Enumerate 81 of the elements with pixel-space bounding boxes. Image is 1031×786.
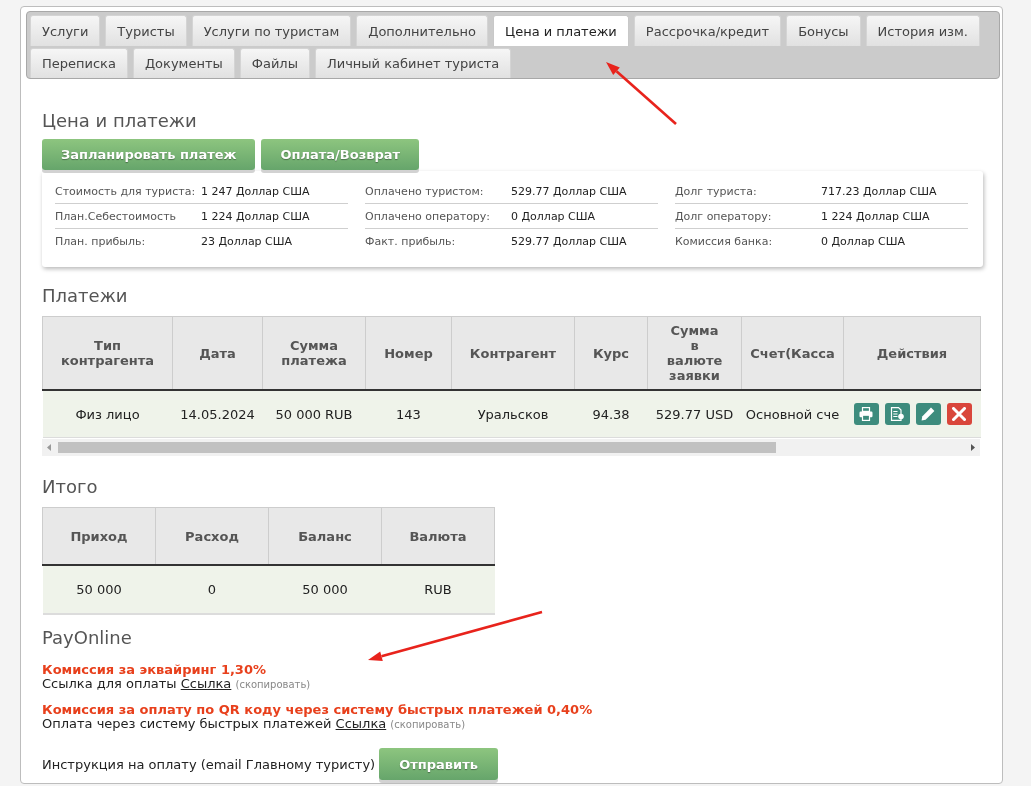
scroll-right-icon bbox=[971, 444, 975, 451]
summary-value: 1 224 Доллар США bbox=[821, 209, 930, 223]
column-header: Валюта bbox=[381, 507, 495, 565]
tab[interactable]: Бонусы bbox=[786, 15, 861, 46]
annotation-arrow bbox=[606, 62, 677, 125]
link-label: Оплата через систему быстрых платежей bbox=[42, 716, 332, 731]
column-header: Сумма в валюте заявки bbox=[647, 316, 742, 390]
summary-value: 717.23 Доллар США bbox=[821, 184, 937, 198]
copy-link[interactable]: (скопировать) bbox=[390, 719, 466, 730]
tab[interactable]: Переписка bbox=[30, 48, 128, 78]
commission-text: Комиссия за оплату по QR коду через систему быстрых платежей 0,40% bbox=[42, 702, 593, 717]
column-header: Баланс bbox=[268, 507, 382, 565]
printer-icon bbox=[859, 407, 873, 421]
pencil-icon bbox=[921, 407, 935, 421]
column-header: Номер bbox=[365, 316, 452, 390]
payment-link[interactable]: Ссылка bbox=[335, 716, 387, 731]
summary-label: Факт. прибыль: bbox=[365, 235, 457, 248]
tab[interactable]: Дополнительно bbox=[356, 15, 489, 46]
tab[interactable]: Личный кабинет туриста bbox=[314, 48, 512, 78]
column-header: Контрагент bbox=[451, 316, 575, 390]
document-icon bbox=[890, 407, 904, 421]
summary-value: 0 Доллар США bbox=[821, 235, 906, 248]
tab[interactable]: Туристы bbox=[105, 15, 187, 46]
horizontal-scrollbar[interactable] bbox=[42, 439, 980, 456]
tab[interactable]: История изм. bbox=[865, 15, 980, 46]
table-cell: 50 000 bbox=[42, 565, 156, 614]
summary-value: 529.77 Доллар США bbox=[511, 184, 627, 198]
tab[interactable]: Услуги по туристам bbox=[191, 15, 352, 46]
table-cell: 143 bbox=[365, 390, 452, 438]
column-header: Дата bbox=[172, 316, 263, 390]
print-button[interactable] bbox=[853, 403, 879, 425]
table-cell: 0 bbox=[155, 565, 269, 614]
scroll-left-icon bbox=[47, 444, 51, 451]
tab[interactable]: Рассрочка/кредит bbox=[633, 15, 782, 46]
tab[interactable]: Цена и платежи bbox=[493, 15, 629, 46]
column-header: Счет(Касса bbox=[741, 316, 844, 390]
summary-label: Стоимость для туриста: bbox=[55, 184, 197, 198]
copy-link[interactable]: (скопировать) bbox=[235, 679, 311, 690]
summary-value: 529.77 Доллар США bbox=[511, 235, 627, 248]
table-cell: Основной сче bbox=[741, 390, 844, 438]
summary-label: Долг оператору: bbox=[675, 209, 773, 223]
section-title: Платежи bbox=[42, 285, 129, 307]
summary-label: Оплачено оператору: bbox=[365, 209, 492, 223]
column-header: Расход bbox=[155, 507, 269, 565]
summary-value: 1 224 Доллар США bbox=[201, 209, 310, 223]
table-cell: 50 000 bbox=[268, 565, 382, 614]
summary-label: Комиссия банка: bbox=[675, 235, 774, 248]
table-cell: 14.05.2024 bbox=[172, 390, 263, 438]
table-cell: RUB bbox=[381, 565, 495, 614]
tab[interactable]: Документы bbox=[132, 48, 235, 78]
table-cell: 529.77 USD bbox=[647, 390, 742, 438]
tab[interactable]: Услуги bbox=[30, 15, 101, 46]
column-header: Тип контрагента bbox=[42, 316, 173, 390]
delete-button[interactable] bbox=[946, 403, 972, 425]
column-header: Действия bbox=[843, 316, 981, 390]
cross-icon bbox=[952, 407, 966, 421]
column-header: Курс bbox=[574, 316, 648, 390]
summary-value: 1 247 Доллар США bbox=[201, 184, 310, 198]
link-label: Ссылка для оплаты bbox=[42, 676, 177, 691]
summary-label: План. прибыль: bbox=[55, 235, 147, 248]
summary-value: 23 Доллар США bbox=[201, 235, 293, 248]
edit-button[interactable] bbox=[915, 403, 941, 425]
section-title: Итого bbox=[42, 476, 99, 498]
section-title: PayOnline bbox=[42, 627, 133, 649]
commission-text: Комиссия за эквайринг 1,30% bbox=[42, 662, 266, 677]
scrollbar-thumb[interactable] bbox=[58, 442, 776, 453]
table-cell: 94.38 bbox=[574, 390, 648, 438]
table-cell: Физ лицо bbox=[42, 390, 173, 438]
document-button[interactable] bbox=[884, 403, 910, 425]
column-header: Сумма платежа bbox=[262, 316, 366, 390]
payment-link[interactable]: Ссылка bbox=[180, 676, 232, 691]
summary-label: План.Себестоимость bbox=[55, 209, 178, 223]
summary-label: Оплачено туристом: bbox=[365, 184, 485, 198]
summary-value: 0 Доллар США bbox=[511, 209, 596, 223]
section-title: Цена и платежи bbox=[42, 110, 198, 132]
tab[interactable]: Файлы bbox=[239, 48, 310, 78]
table-cell: 50 000 RUB bbox=[262, 390, 366, 438]
summary-label: Долг туриста: bbox=[675, 184, 758, 198]
column-header: Приход bbox=[42, 507, 156, 565]
instruction-text: Инструкция на оплату (email Главному туристу) bbox=[42, 756, 376, 772]
table-cell: Уральсков bbox=[451, 390, 575, 438]
